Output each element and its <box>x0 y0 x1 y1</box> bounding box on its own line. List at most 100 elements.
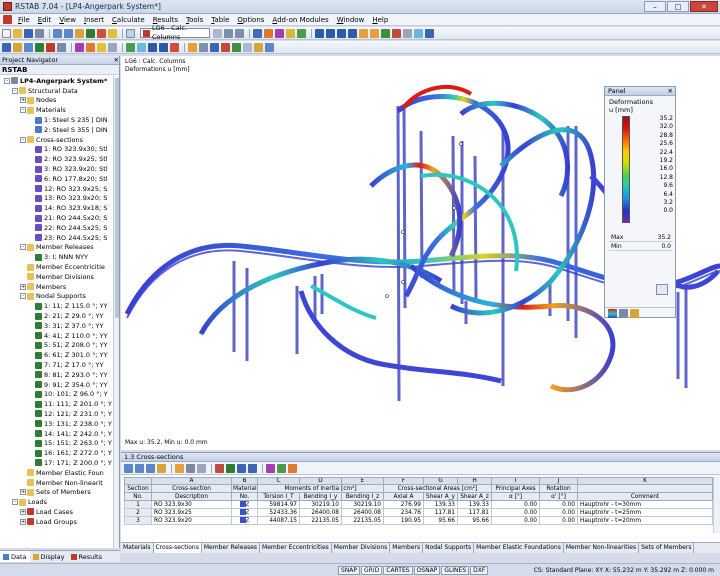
navigator-item[interactable]: 3: 31; Z 37.0 °; YY <box>0 321 114 331</box>
table-tab[interactable]: Member Eccentricities <box>260 543 332 553</box>
table-scrollbar[interactable] <box>713 477 720 533</box>
status-toggle-glines[interactable]: GLINES <box>441 565 470 575</box>
menu-tools[interactable]: Tools <box>182 16 207 24</box>
member-load-icon[interactable] <box>86 42 95 52</box>
column-letter[interactable]: B <box>231 477 258 485</box>
menu-options[interactable]: Options <box>233 16 268 24</box>
status-toggle-cartes[interactable]: CARTES <box>383 565 413 575</box>
table-info-icon[interactable] <box>288 463 297 473</box>
navigator-item[interactable]: 17: 171; Z 200.0 °; Y <box>0 458 114 468</box>
tab-display[interactable]: Display <box>30 551 68 562</box>
member-set-icon[interactable] <box>57 42 66 52</box>
dimension-icon[interactable] <box>188 42 197 52</box>
navigator-item[interactable]: 12: RO 323.9x25; S <box>0 184 114 194</box>
navigator-item[interactable]: - Structural Data <box>0 86 114 96</box>
grid-icon[interactable] <box>232 42 241 52</box>
visibility-icon[interactable] <box>414 28 423 38</box>
navigator-item[interactable]: 2: 21; Z 29.0 °; YY <box>0 311 114 321</box>
table-tab[interactable]: Materials <box>121 543 154 553</box>
member-icon[interactable] <box>13 42 22 52</box>
navigator-item[interactable]: 1: Steel S 235 | DIN <box>0 115 114 125</box>
navigator-item[interactable]: + Load Cases <box>0 507 114 517</box>
navigator-item[interactable]: 2: Steel S 355 | DIN <box>0 125 114 135</box>
print-icon[interactable] <box>35 28 44 38</box>
table-delete-icon[interactable] <box>215 463 224 473</box>
navigator-item[interactable]: 11: 111; Z 201.0 °; Y <box>0 399 114 409</box>
navigator-item[interactable]: 1: 11; Z 115.0 °; YY <box>0 301 114 311</box>
table-cell[interactable]: 2 <box>231 508 258 517</box>
mirror-icon[interactable] <box>159 42 168 52</box>
table-cell[interactable]: 0.00 <box>491 500 540 509</box>
table-export-icon[interactable] <box>157 463 166 473</box>
navigator-item[interactable]: 22: RO 244.5x25; S <box>0 223 114 233</box>
table-tab[interactable]: Members <box>390 543 424 553</box>
menu-addons[interactable]: Add-on Modules <box>268 16 332 24</box>
table-cell[interactable]: 95.66 <box>423 516 458 525</box>
navigator-item[interactable]: + Sets of Members <box>0 487 114 497</box>
navigator-item[interactable]: - Member Releases <box>0 243 114 253</box>
model-data-icon[interactable] <box>75 28 84 38</box>
navigator-item[interactable]: Member Elastic Foun <box>0 468 114 478</box>
hinge-icon[interactable] <box>35 42 44 52</box>
navigator-item[interactable]: 5: 51; Z 208.0 °; YY <box>0 341 114 351</box>
table-edit-icon[interactable] <box>277 463 286 473</box>
table-sort-icon[interactable] <box>197 463 206 473</box>
section-view-icon[interactable] <box>425 28 434 38</box>
table-cell[interactable]: 117.81 <box>457 508 492 517</box>
guide-line-icon[interactable] <box>210 42 219 52</box>
table-cell[interactable]: 0.00 <box>539 508 578 517</box>
wireframe-icon[interactable] <box>392 28 401 38</box>
table-cell[interactable]: 26400.08 <box>341 508 384 517</box>
column-letter[interactable]: E <box>341 477 384 485</box>
table-cell[interactable]: 234.76 <box>383 508 424 517</box>
values-icon[interactable] <box>286 28 295 38</box>
navigator-item[interactable]: - Materials <box>0 105 114 115</box>
select-icon[interactable] <box>126 42 135 52</box>
table-prev-icon[interactable] <box>135 463 144 473</box>
scrollbar-thumb[interactable] <box>115 78 119 318</box>
save-icon[interactable] <box>24 28 33 38</box>
load-case-select[interactable]: LG6 - Calc. Columns <box>140 24 210 41</box>
table-cell[interactable]: 0.00 <box>491 508 540 517</box>
next-load-case-icon[interactable] <box>235 28 244 38</box>
snap-icon[interactable] <box>243 42 252 52</box>
column-letter[interactable]: H <box>457 477 492 485</box>
expand-toggle[interactable]: + <box>20 97 26 104</box>
render-icon[interactable] <box>381 28 390 38</box>
table-icon[interactable] <box>126 28 135 38</box>
menu-help[interactable]: Help <box>368 16 392 24</box>
navigator-item[interactable]: 23: RO 244.5x25; S <box>0 233 114 243</box>
table-cell[interactable]: 139.33 <box>457 500 492 509</box>
navigator-item[interactable]: 13: 131; Z 238.0 °; Y <box>0 419 114 429</box>
table-paste-icon[interactable] <box>248 463 257 473</box>
navigator-item[interactable]: + Members <box>0 282 114 292</box>
previous-load-case-icon[interactable] <box>224 28 233 38</box>
table-cell[interactable]: 95.66 <box>457 516 492 525</box>
rotate-icon[interactable] <box>148 42 157 52</box>
calculate-icon[interactable] <box>86 28 95 38</box>
table-cell[interactable]: 276.99 <box>383 500 424 509</box>
menu-table[interactable]: Table <box>207 16 233 24</box>
table-cell[interactable]: RO 323.9x25 <box>151 508 232 517</box>
navigator-item[interactable]: 14: 141; Z 242.0 °; Y <box>0 429 114 439</box>
menu-window[interactable]: Window <box>333 16 369 24</box>
collapse-toggle[interactable]: - <box>20 293 26 300</box>
table-cell[interactable]: 1 <box>124 500 152 509</box>
table-first-icon[interactable] <box>124 463 133 473</box>
table-cell[interactable]: 117.81 <box>423 508 458 517</box>
table-tab[interactable]: Cross-sections <box>153 543 202 553</box>
filter-icon[interactable] <box>403 28 412 38</box>
menu-results[interactable]: Results <box>149 16 182 24</box>
navigator-item[interactable]: - Cross-sections <box>0 135 114 145</box>
navigator-item[interactable]: 7: 71; Z 17.0 °; YY <box>0 360 114 370</box>
navigator-item[interactable]: + Nodes <box>0 96 114 106</box>
navigator-item[interactable]: 15: 151; Z 263.0 °; Y <box>0 438 114 448</box>
navigator-item[interactable]: 13: RO 323.9x20; S <box>0 194 114 204</box>
navigator-root[interactable]: RSTAB <box>0 65 119 75</box>
table-cell[interactable]: 0.00 <box>539 500 578 509</box>
table-cell[interactable]: RO 323.9x30 <box>151 500 232 509</box>
column-letter[interactable]: F <box>383 477 424 485</box>
navigator-item[interactable]: 21: RO 244.5x20; S <box>0 213 114 223</box>
column-letter[interactable]: A <box>151 477 232 485</box>
navigator-item[interactable]: + Load Groups <box>0 517 114 527</box>
